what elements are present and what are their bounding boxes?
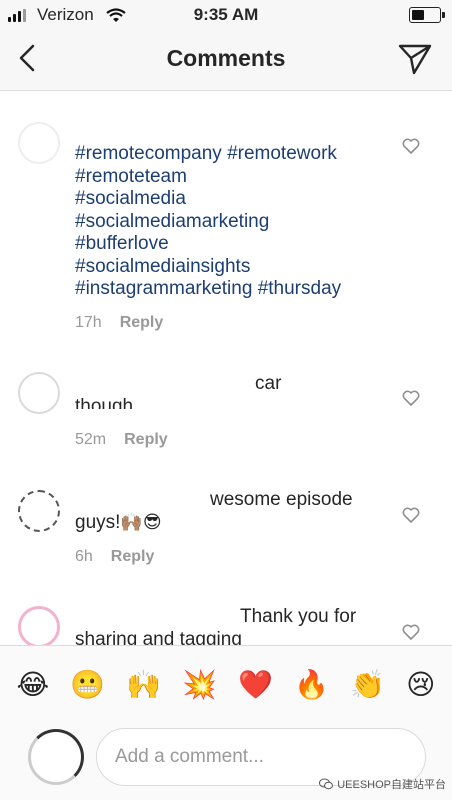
grimace-emoji-button[interactable]: 😬 bbox=[70, 670, 105, 699]
fire-emoji-button[interactable]: 🔥 bbox=[294, 670, 329, 699]
heart-icon[interactable] bbox=[402, 138, 420, 154]
comment-text-fragment: car bbox=[255, 373, 282, 394]
comment-item: #remotecompany #remotework #remoteteam #… bbox=[0, 100, 452, 350]
hashtag-line[interactable]: #instagrammarketing #thursday bbox=[75, 278, 395, 301]
comment-text-line: guys! bbox=[75, 511, 121, 533]
status-bar: Verizon 9:35 AM bbox=[0, 0, 452, 30]
comment-text-line: though... bbox=[75, 395, 149, 409]
comment-item: Thank you for sharing and tagging bbox=[0, 596, 452, 645]
comment-meta: 6h Reply bbox=[75, 548, 154, 566]
comment-text-fragment: wesome episode bbox=[210, 489, 353, 510]
watermark: UEESHOP自建站平台 bbox=[319, 776, 446, 792]
red-heart-emoji-button[interactable]: ❤️ bbox=[238, 670, 273, 699]
comment-composer: UEESHOP自建站平台 bbox=[0, 723, 452, 800]
comment-time: 17h bbox=[75, 314, 102, 331]
raised-hands-emoji-button[interactable]: 🙌 bbox=[126, 670, 161, 699]
heart-icon[interactable] bbox=[402, 507, 420, 523]
comment-item: car though... 52m Reply bbox=[0, 362, 452, 472]
page-title: Comments bbox=[166, 45, 286, 71]
nav-bar: Comments bbox=[0, 30, 452, 91]
crying-face-emoji-button[interactable]: 😢 bbox=[406, 670, 435, 699]
reply-button[interactable]: Reply bbox=[124, 431, 168, 448]
avatar[interactable] bbox=[18, 372, 60, 414]
clock: 9:35 AM bbox=[193, 5, 259, 24]
comment-text: Thank you for sharing and tagging bbox=[75, 606, 395, 645]
comment-time: 52m bbox=[75, 431, 107, 448]
collision-emoji-button[interactable]: 💥 bbox=[182, 670, 217, 699]
comment-item: wesome episode guys!🙌🏽😎 6h Reply bbox=[0, 478, 452, 588]
hashtag-line[interactable]: #socialmediainsights bbox=[75, 256, 395, 279]
avatar[interactable] bbox=[18, 490, 60, 532]
hashtag-line[interactable]: #remoteteam bbox=[75, 166, 395, 189]
reply-button[interactable]: Reply bbox=[120, 314, 164, 331]
chat-bubble-icon bbox=[319, 778, 334, 790]
hashtag-line[interactable]: #bufferlove bbox=[75, 233, 395, 256]
clapping-hands-emoji-button[interactable]: 👏 bbox=[350, 670, 385, 699]
comment-text: #remotecompany #remotework #remoteteam #… bbox=[75, 143, 395, 301]
reply-button[interactable]: Reply bbox=[111, 548, 155, 565]
heart-icon[interactable] bbox=[402, 390, 420, 406]
hashtag-line[interactable]: #remotecompany #remotework bbox=[75, 143, 395, 166]
tears-of-joy-emoji-button[interactable]: 😂 bbox=[17, 670, 50, 699]
comment-text-line: sharing and tagging bbox=[75, 628, 242, 646]
paper-plane-icon[interactable] bbox=[398, 43, 432, 75]
emoji-quick-bar: 😂 😬 🙌 💥 ❤️ 🔥 👏 😢 bbox=[0, 645, 452, 723]
comment-text-fragment: Thank you for bbox=[240, 606, 357, 627]
avatar[interactable] bbox=[28, 729, 84, 785]
comment-meta: 17h Reply bbox=[75, 314, 163, 332]
comment-emojis: 🙌🏽😎 bbox=[120, 511, 162, 533]
heart-icon[interactable] bbox=[402, 624, 420, 640]
watermark-text: UEESHOP自建站平台 bbox=[337, 779, 446, 791]
hashtag-line[interactable]: #socialmedia bbox=[75, 188, 395, 211]
battery-icon bbox=[409, 7, 445, 23]
avatar[interactable] bbox=[18, 122, 60, 164]
comment-text: car though... bbox=[75, 373, 395, 409]
comment-time: 6h bbox=[75, 548, 93, 565]
comment-meta: 52m Reply bbox=[75, 431, 168, 449]
avatar[interactable] bbox=[18, 606, 60, 645]
hashtag-line[interactable]: #socialmediamarketing bbox=[75, 211, 395, 234]
comment-text: wesome episode guys!🙌🏽😎 bbox=[75, 489, 395, 534]
